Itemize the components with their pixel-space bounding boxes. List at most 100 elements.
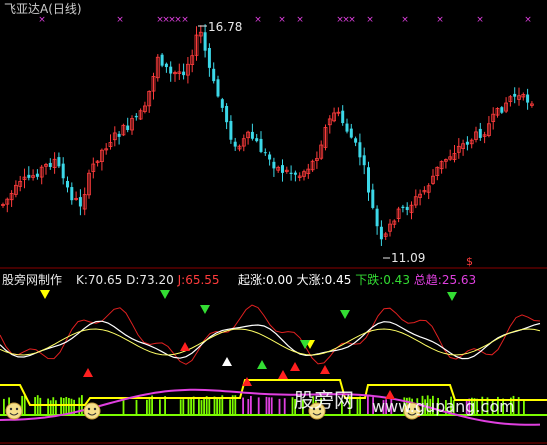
- candle-body: [212, 68, 216, 82]
- signal-bar: [268, 397, 270, 415]
- xiadie-value: 下跌:0.43: [355, 273, 410, 287]
- candle-body: [341, 110, 345, 124]
- signal-bar: [250, 395, 252, 415]
- candle-body: [263, 152, 267, 154]
- signal-bar: [55, 400, 57, 415]
- candle-body: [35, 173, 39, 177]
- signal-bar: [52, 397, 55, 415]
- x-markers: × × ×××× × × × × ××× × × × × ×: [38, 15, 532, 25]
- sell-triangle: [447, 292, 457, 301]
- x-marker: ×: [116, 15, 124, 25]
- candle-body: [134, 115, 138, 118]
- candle-body: [203, 32, 207, 51]
- watermark-text: 股旁网: [294, 388, 354, 412]
- signal-bar: [23, 395, 26, 415]
- candle-body: [225, 105, 229, 123]
- candle-body: [513, 93, 517, 97]
- smiley-eye: [9, 407, 13, 411]
- signal-bar: [523, 399, 525, 415]
- candle-body: [126, 125, 130, 131]
- candle-body: [216, 79, 220, 97]
- signal-bar: [49, 400, 52, 415]
- candle-body: [401, 206, 405, 209]
- watermark-url: www.gupang.com: [372, 397, 515, 416]
- signal-bar: [208, 398, 211, 415]
- candle-body: [268, 154, 272, 160]
- candle-body: [272, 161, 276, 169]
- candle-body: [362, 155, 366, 166]
- sell-triangle: [200, 305, 210, 314]
- smiley-eye: [15, 407, 19, 411]
- signal-bar: [47, 398, 49, 415]
- indicator-name: 股旁网制作: [2, 273, 63, 287]
- signal-bar: [278, 398, 281, 415]
- candle-body: [478, 128, 482, 138]
- candle-body: [526, 94, 530, 103]
- candle-body: [220, 99, 224, 108]
- buy-triangle: [278, 370, 288, 379]
- signal-bar: [34, 397, 36, 415]
- signal-bar: [218, 398, 221, 415]
- x-marker: ×: [348, 15, 356, 25]
- period-label: (日线): [48, 2, 82, 16]
- candle-body: [57, 157, 61, 167]
- signal-bar: [203, 397, 205, 415]
- candle-body: [207, 48, 211, 68]
- kdj-values: K:70.65 D:73.20 J:65.55: [76, 273, 220, 287]
- x-marker: ×: [401, 15, 409, 25]
- signal-bar: [270, 397, 273, 415]
- candle-body: [70, 187, 74, 201]
- signal-bar: [60, 397, 62, 415]
- candle-body: [250, 131, 254, 139]
- d-line: [0, 328, 541, 356]
- qizhang-value: 起涨:0.00: [238, 273, 293, 287]
- signal-bar: [200, 400, 203, 415]
- x-marker: ×: [38, 15, 46, 25]
- high-value: 16.78: [208, 20, 243, 34]
- signal-bar: [39, 397, 42, 415]
- signal-bar: [359, 396, 361, 415]
- candle-body: [354, 138, 358, 143]
- signal-bar: [247, 399, 250, 415]
- candle-body: [78, 197, 82, 207]
- x-marker: ×: [476, 15, 484, 25]
- signal-bar: [265, 396, 268, 415]
- stock-chart[interactable]: × × ×××× × × × × ××× × × × × ×: [0, 0, 547, 445]
- buy-triangle: [320, 365, 330, 374]
- buy-triangle: [180, 342, 190, 351]
- x-marker: ×: [278, 15, 286, 25]
- dollar-marker: $: [466, 255, 473, 268]
- buy-triangle: [290, 362, 300, 371]
- j-value: J:65.55: [177, 273, 220, 287]
- j-line: [0, 304, 541, 365]
- candle-body: [345, 123, 349, 132]
- signal-bar: [213, 396, 216, 415]
- candle-body: [48, 162, 52, 167]
- candle-body: [405, 206, 409, 211]
- signal-bar: [192, 396, 195, 415]
- sell-triangle: [160, 290, 170, 299]
- signal-bar: [122, 398, 125, 415]
- candle-body: [289, 172, 293, 174]
- signal-bar: [367, 395, 369, 415]
- candle-body: [255, 138, 259, 142]
- stock-name: 飞亚达A: [4, 2, 49, 16]
- smiley-icon: [83, 402, 101, 420]
- low-price-label: 11.09: [391, 251, 425, 265]
- signal-bar: [148, 396, 151, 415]
- signal-values: 起涨:0.00 大涨:0.45 下跌:0.43 总趋:25.63: [238, 273, 476, 287]
- candle-body: [117, 133, 121, 137]
- x-marker: ×: [436, 15, 444, 25]
- sell-triangle: [40, 290, 50, 299]
- x-marker: ×: [181, 15, 189, 25]
- signal-bar: [179, 399, 182, 415]
- signal-bar: [242, 397, 244, 415]
- signal-bar: [198, 399, 200, 415]
- candle-body: [500, 107, 504, 113]
- candle-body: [358, 142, 362, 158]
- signal-bar: [356, 399, 359, 415]
- zongqu-value: 总趋:25.63: [413, 273, 477, 287]
- low-value: 11.09: [391, 251, 426, 265]
- signal-bar: [182, 399, 185, 415]
- x-marker: ×: [296, 15, 304, 25]
